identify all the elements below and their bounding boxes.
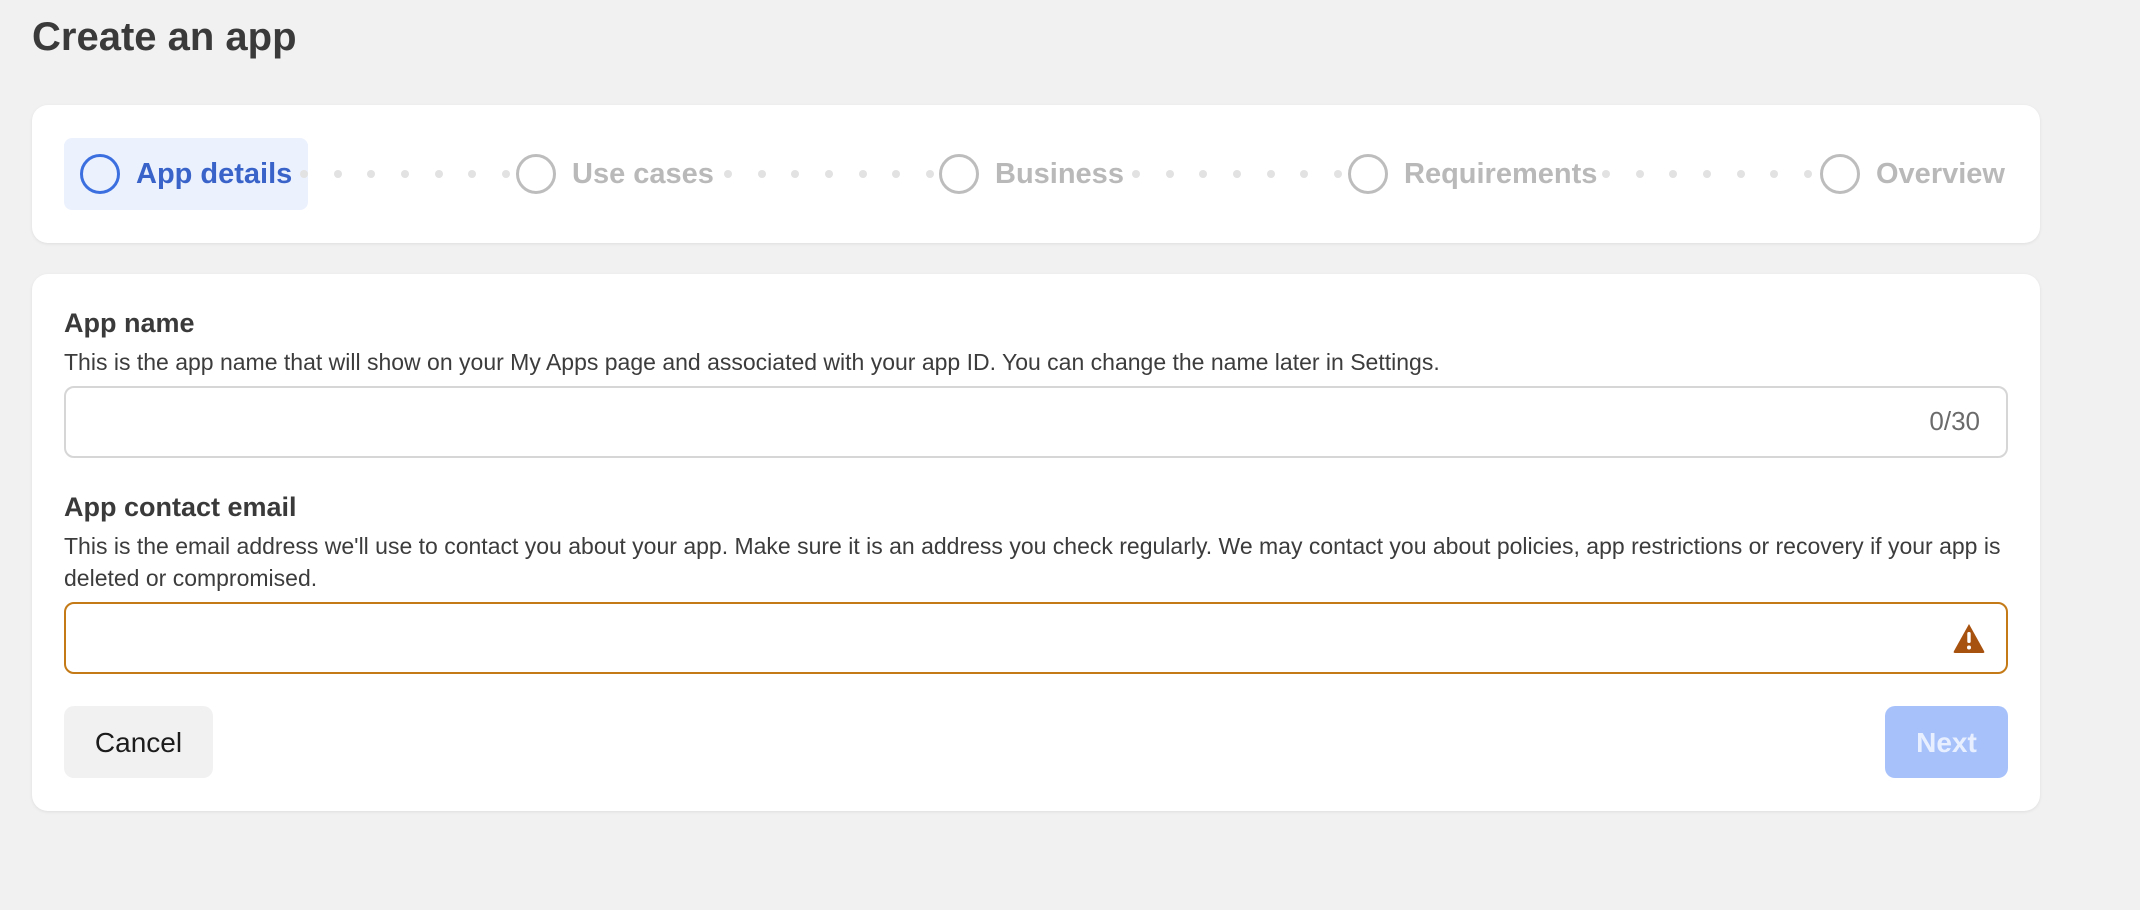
contact-email-description: This is the email address we'll use to c… xyxy=(64,533,2001,591)
step-circle-icon xyxy=(1820,154,1860,194)
step-app-details[interactable]: App details xyxy=(64,138,309,210)
step-label: Business xyxy=(995,157,1124,190)
char-count: 0/30 xyxy=(1929,406,1980,436)
next-button[interactable]: Next xyxy=(1885,706,2008,778)
step-connector xyxy=(300,169,510,179)
step-circle-icon xyxy=(939,154,979,194)
step-overview[interactable]: Overview xyxy=(1820,138,2005,210)
step-circle-icon xyxy=(1348,154,1388,194)
page-title: Create an app xyxy=(32,15,297,59)
contact-email-input[interactable] xyxy=(64,602,2008,674)
cancel-button[interactable]: Cancel xyxy=(64,706,213,778)
step-connector xyxy=(1132,169,1342,179)
step-circle-icon xyxy=(80,154,120,194)
stepper: App details Use cases Business Requireme… xyxy=(32,105,2040,243)
step-connector xyxy=(1602,169,1812,179)
app-name-input[interactable]: 0/30 xyxy=(64,386,2008,458)
app-name-label: App name xyxy=(64,308,195,338)
app-details-form: App name This is the app name that will … xyxy=(32,274,2040,811)
step-label: Overview xyxy=(1876,157,2005,190)
step-circle-icon xyxy=(516,154,556,194)
step-business[interactable]: Business xyxy=(939,138,1124,210)
step-label: Requirements xyxy=(1404,157,1598,190)
warning-icon xyxy=(1953,624,1985,653)
step-label: App details xyxy=(136,157,293,190)
app-name-description: This is the app name that will show on y… xyxy=(64,349,1440,375)
step-connector xyxy=(724,169,934,179)
contact-email-label: App contact email xyxy=(64,492,297,522)
step-label: Use cases xyxy=(572,157,714,190)
step-requirements[interactable]: Requirements xyxy=(1348,138,1597,210)
step-use-cases[interactable]: Use cases xyxy=(516,138,714,210)
